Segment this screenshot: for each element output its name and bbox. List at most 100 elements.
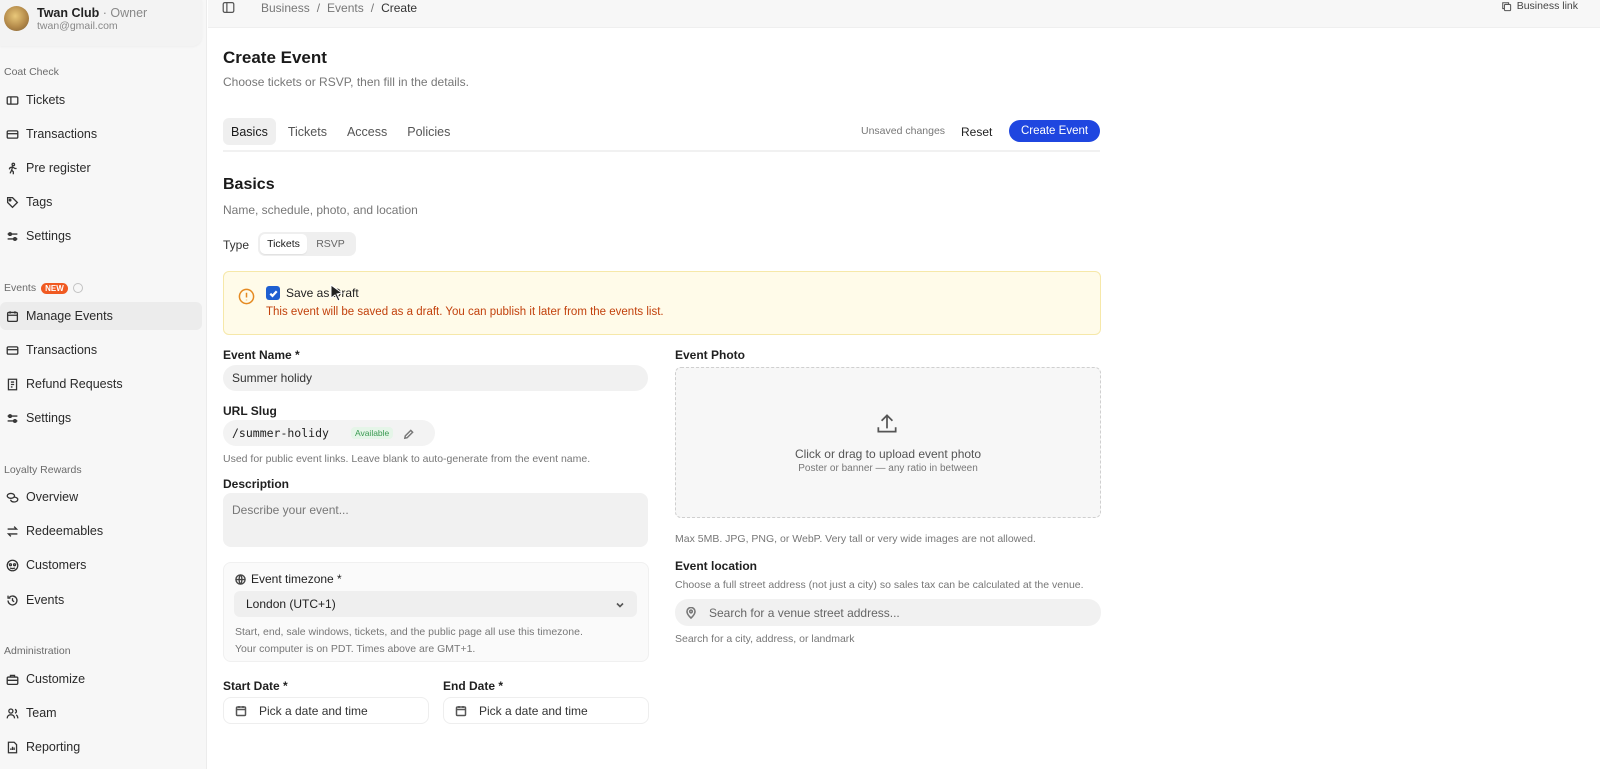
sidebar-item-label: Redeemables	[26, 524, 104, 538]
sidebar-item-overview[interactable]: Overview	[0, 483, 202, 511]
swap-icon	[5, 524, 19, 538]
event-name-input[interactable]: Summer holidy	[223, 365, 648, 391]
sidebar-item-label: Team	[26, 706, 57, 720]
sidebar-item-redeemables[interactable]: Redeemables	[0, 517, 202, 545]
start-date-label: Start Date *	[223, 679, 288, 693]
create-event-button[interactable]: Create Event	[1009, 120, 1100, 142]
team-icon	[5, 706, 19, 720]
sidebar-item-loyalty-events[interactable]: Events	[0, 586, 202, 614]
timezone-value: London (UTC+1)	[246, 597, 336, 611]
sidebar-item-refund-requests[interactable]: Refund Requests	[0, 370, 202, 398]
sidebar-item-label: Transactions	[26, 343, 98, 357]
section-label-events: Events NEW	[4, 282, 83, 294]
sidebar-item-tags[interactable]: Tags	[0, 188, 202, 216]
form-tabs: Basics Tickets Access Policies	[223, 118, 458, 145]
sidebar-item-event-transactions[interactable]: Transactions	[0, 336, 202, 364]
breadcrumb-events[interactable]: Events	[327, 1, 364, 15]
sidebar-item-settings[interactable]: Settings	[0, 222, 202, 250]
description-label: Description	[223, 477, 290, 491]
mouse-cursor-icon	[330, 284, 344, 302]
business-link-button[interactable]: Business link	[1501, 0, 1578, 12]
section-label-loyalty-rewards: Loyalty Rewards	[4, 464, 82, 476]
calendar-icon	[5, 309, 19, 323]
url-slug-value: /summer-holidy	[232, 426, 329, 440]
sidebar-item-label: Settings	[26, 411, 72, 425]
sidebar-item-label: Tickets	[26, 93, 66, 107]
sidebar-item-transactions[interactable]: Transactions	[0, 120, 202, 148]
photo-help: Max 5MB. JPG, PNG, or WebP. Very tall or…	[675, 533, 1036, 545]
sidebar-item-label: Events	[26, 593, 65, 607]
sidebar-item-event-settings[interactable]: Settings	[0, 404, 202, 432]
reset-button[interactable]: Reset	[953, 121, 1000, 143]
calendar-icon	[455, 705, 467, 716]
sidebar-item-team[interactable]: Team	[0, 699, 202, 727]
timezone-local-note: Your computer is on PDT. Times above are…	[235, 643, 476, 655]
section-label-administration: Administration	[4, 645, 71, 657]
account-email: twan@gmail.com	[37, 20, 118, 32]
description-input[interactable]: Describe your event...	[223, 493, 648, 547]
section-title: Basics	[223, 176, 275, 193]
unsaved-changes-indicator: Unsaved changes	[861, 125, 946, 137]
end-date-picker[interactable]: Pick a date and time	[443, 697, 649, 724]
venue-search-input[interactable]: Search for a venue street address...	[675, 599, 1101, 626]
start-date-placeholder: Pick a date and time	[259, 703, 368, 718]
top-bar: Business / Events / Create Business link	[208, 0, 1600, 28]
person-run-icon	[5, 161, 19, 175]
sidebar-item-pre-register[interactable]: Pre register	[0, 154, 202, 182]
sidebar-item-label: Tags	[26, 195, 53, 209]
url-slug-field[interactable]: /summer-holidy Available	[223, 420, 435, 446]
photo-upload-dropzone[interactable]: Click or drag to upload event photo Post…	[675, 367, 1101, 518]
account-switcher[interactable]: Twan Club · Owner twan@gmail.com	[0, 0, 202, 46]
location-help: Choose a full street address (not just a…	[675, 579, 1084, 591]
tab-basics[interactable]: Basics	[223, 118, 276, 145]
sliders-icon	[5, 411, 19, 425]
venue-search-placeholder: Search for a venue street address...	[709, 605, 900, 620]
account-name: Twan Club · Owner	[37, 6, 148, 20]
calendar-icon	[235, 705, 247, 716]
page-title: Create Event	[223, 48, 327, 67]
page-subtitle: Choose tickets or RSVP, then fill in the…	[223, 75, 469, 89]
tab-access[interactable]: Access	[339, 118, 395, 145]
tag-icon	[5, 195, 19, 209]
sidebar-item-label: Customize	[26, 672, 86, 686]
timezone-note: Start, end, sale windows, tickets, and t…	[235, 626, 583, 638]
info-icon[interactable]	[72, 283, 83, 293]
start-date-picker[interactable]: Pick a date and time	[223, 697, 429, 724]
end-date-placeholder: Pick a date and time	[479, 703, 588, 718]
draft-message: This event will be saved as a draft. You…	[266, 306, 664, 318]
save-as-draft-checkbox[interactable]	[266, 286, 280, 300]
breadcrumb-separator: /	[370, 1, 375, 15]
sidebar-item-customers[interactable]: Customers	[0, 551, 202, 579]
sidebar: Twan Club · Owner twan@gmail.com Coat Ch…	[0, 0, 207, 769]
event-photo-label: Event Photo	[675, 348, 746, 362]
location-hint: Search for a city, address, or landmark	[675, 633, 855, 645]
end-date-label: End Date *	[443, 679, 504, 693]
sidebar-item-customize[interactable]: Customize	[0, 665, 202, 693]
draft-notice: Save as Draft This event will be saved a…	[223, 271, 1101, 335]
edit-slug-icon[interactable]	[403, 428, 414, 439]
upload-subtitle: Poster or banner — any ratio in between	[798, 463, 978, 474]
sidebar-item-tickets[interactable]: Tickets	[0, 86, 202, 114]
type-option-rsvp[interactable]: RSVP	[307, 234, 354, 254]
timezone-label: Event timezone *	[251, 572, 342, 586]
breadcrumb-business[interactable]: Business	[261, 1, 310, 15]
timezone-select[interactable]: London (UTC+1)	[234, 591, 637, 617]
new-badge: NEW	[41, 282, 68, 294]
breadcrumb-create: Create	[381, 1, 418, 15]
warning-icon	[238, 288, 255, 305]
sidebar-item-label: Manage Events	[26, 309, 113, 323]
sidebar-item-manage-events[interactable]: Manage Events	[0, 302, 202, 330]
upload-title: Click or drag to upload event photo	[794, 447, 982, 461]
save-as-draft-label[interactable]: Save as Draft	[286, 286, 359, 300]
copy-icon	[1501, 1, 1511, 11]
event-location-label: Event location	[675, 559, 758, 573]
sidebar-toggle-icon[interactable]	[222, 1, 236, 15]
history-icon	[5, 593, 19, 607]
tab-tickets[interactable]: Tickets	[280, 118, 335, 145]
sidebar-item-reporting[interactable]: Reporting	[0, 733, 202, 761]
globe-icon	[235, 573, 246, 585]
tab-policies[interactable]: Policies	[399, 118, 458, 145]
type-option-tickets[interactable]: Tickets	[260, 234, 307, 254]
ticket-icon	[5, 93, 19, 107]
section-subtitle: Name, schedule, photo, and location	[223, 203, 418, 217]
